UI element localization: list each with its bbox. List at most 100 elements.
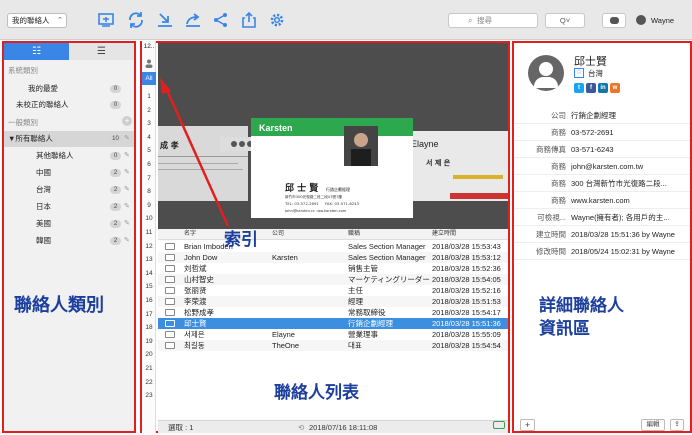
index-number[interactable]: 6	[142, 161, 156, 168]
index-number[interactable]: 5	[142, 147, 156, 154]
count-badge: 2	[110, 186, 121, 194]
pin-icon[interactable]: ✎	[124, 233, 130, 249]
table-row[interactable]: 刘哲斌 销售主管 2018/03/28 15:52:36	[158, 263, 508, 274]
person-icon[interactable]	[145, 59, 153, 68]
index-all[interactable]: All	[142, 72, 156, 85]
detail-row[interactable]: 商務傳真 03-571-6243	[514, 141, 690, 158]
col-name[interactable]: 名字	[184, 229, 196, 240]
search-input[interactable]: ⌕ 搜尋	[448, 13, 538, 28]
table-row[interactable]: Brian Imboden Sales Section Manager 2018/0…	[158, 241, 508, 252]
table-row[interactable]: 张丽贤 主任 2018/03/28 15:52:16	[158, 285, 508, 296]
table-row[interactable]: 서제은 Elayne 營業理事 2018/03/28 15:55:09	[158, 329, 508, 340]
detail-row[interactable]: 修改時間 2018/05/24 15:02:31 by Wayne	[514, 243, 690, 260]
index-number[interactable]: 23	[142, 392, 156, 399]
index-number[interactable]: 7	[142, 175, 156, 182]
index-number[interactable]: 16	[142, 297, 156, 304]
sidebar-item-group[interactable]: 日本 2 ✎	[4, 199, 134, 215]
facebook-icon[interactable]: f	[586, 83, 596, 93]
detail-row[interactable]: 建立時間 2018/03/28 15:51:36 by Wayne	[514, 226, 690, 243]
detail-row[interactable]: 商務 john@karsten.com.tw	[514, 158, 690, 175]
index-number[interactable]: 4	[142, 134, 156, 141]
sidebar-item-group[interactable]: 韓國 2 ✎	[4, 233, 134, 249]
index-number[interactable]: 20	[142, 351, 156, 358]
settings-gear-icon[interactable]	[267, 10, 287, 30]
index-number[interactable]: 1	[142, 93, 156, 100]
table-row[interactable]: 최길동 TheOne 대표 2018/03/28 15:54:54	[158, 340, 508, 351]
scan-card-icon[interactable]	[96, 10, 116, 30]
cell-title: Sales Section Manager	[348, 253, 426, 262]
index-number[interactable]: 2	[142, 107, 156, 114]
index-number[interactable]: 11	[142, 229, 156, 236]
sidebar-item-group[interactable]: 中國 2 ✎	[4, 165, 134, 181]
annotation-categories: 聯絡人類別	[14, 295, 104, 316]
add-field-button[interactable]: +	[520, 419, 535, 431]
index-number[interactable]: 14	[142, 270, 156, 277]
right-card-name: 서 제 은	[426, 158, 451, 167]
detail-row[interactable]: 公司 行銷企劃經理	[514, 107, 690, 124]
index-number[interactable]: 9	[142, 202, 156, 209]
sync-icon[interactable]	[126, 10, 146, 30]
col-created[interactable]: 建立時間	[432, 229, 456, 240]
detail-row[interactable]: 可檢視... Wayne(擁有者); 各用戶的主...	[514, 209, 690, 226]
pin-icon[interactable]: ✎	[124, 131, 130, 147]
detail-row[interactable]: 商務 www.karsten.com	[514, 192, 690, 209]
sidebar-item-group[interactable]: 其他聯絡人 0 ✎	[4, 148, 134, 164]
index-number[interactable]: 17	[142, 311, 156, 318]
table-row[interactable]: 邱士賢 行銷企劃經理 2018/03/28 15:51:36	[158, 318, 508, 329]
table-row[interactable]: 山村智史 マーケティングリーダー 2018/03/28 15:54:05	[158, 274, 508, 285]
pin-icon[interactable]: ✎	[124, 182, 130, 198]
favorite-star-icon[interactable]: ☆	[574, 68, 584, 78]
index-number[interactable]: 10	[142, 215, 156, 222]
add-group-button[interactable]: +	[122, 116, 132, 126]
index-number[interactable]: 3	[142, 120, 156, 127]
col-title[interactable]: 職稱	[348, 229, 360, 240]
table-row[interactable]: 李荣渡 經理 2018/03/28 15:51:53	[158, 296, 508, 307]
sidebar-item-group[interactable]: 美國 2 ✎	[4, 216, 134, 232]
sidebar-item-all-contacts[interactable]: ▼所有聯絡人 10 ✎	[4, 131, 134, 147]
annotation-details: 詳細聯絡人 資訊區	[539, 296, 624, 339]
detail-row[interactable]: 商務 300 台灣新竹市光復路二段...	[514, 175, 690, 192]
table-row[interactable]: 松野成孝 常務取締役 2018/03/28 15:54:17	[158, 307, 508, 318]
index-column: 12.. All 1 2 3 4 5 6 7 8 9 10 11 12 13 14 15 16 17 18 19 20…	[142, 41, 156, 433]
message-icon[interactable]	[493, 421, 505, 429]
pin-icon[interactable]: ✎	[124, 216, 130, 232]
tab-grid-view[interactable]: ☷	[4, 43, 69, 60]
card-icon	[165, 254, 175, 261]
edit-button[interactable]: 編輯	[641, 419, 665, 431]
cell-created: 2018/03/28 15:54:05	[432, 275, 501, 284]
index-number[interactable]: 13	[142, 256, 156, 263]
detail-key: 商務	[551, 128, 566, 137]
index-number[interactable]: 21	[142, 365, 156, 372]
user-menu-button[interactable]: Wayne	[632, 12, 692, 29]
sidebar-item-group[interactable]: 台灣 2 ✎	[4, 182, 134, 198]
index-number[interactable]: 19	[142, 338, 156, 345]
tab-list-view[interactable]: ☰	[69, 43, 134, 60]
index-number[interactable]: 22	[142, 379, 156, 386]
sidebar-item-unverified[interactable]: 未校正的聯絡人 0	[4, 97, 134, 113]
share-button[interactable]: ⇪	[670, 419, 684, 431]
index-header[interactable]: 12..	[142, 43, 156, 50]
pin-icon[interactable]: ✎	[124, 199, 130, 215]
col-company[interactable]: 公司	[272, 229, 284, 240]
twitter-icon[interactable]: t	[574, 83, 584, 93]
linkedin-icon[interactable]: in	[598, 83, 608, 93]
chat-button[interactable]	[602, 13, 626, 28]
index-number[interactable]: 18	[142, 324, 156, 331]
index-number[interactable]: 8	[142, 188, 156, 195]
sidebar-item-favorites[interactable]: 我的最愛 0	[4, 81, 134, 97]
detail-row[interactable]: 商務 03-572-2691	[514, 124, 690, 141]
group-select[interactable]: 我的聯絡人 ⌃	[7, 13, 67, 28]
upload-icon[interactable]	[239, 10, 259, 30]
search-options-button[interactable]: Q˅	[545, 13, 585, 28]
index-number[interactable]: 15	[142, 283, 156, 290]
index-number[interactable]: 12	[142, 243, 156, 250]
chevron-updown-icon: ⌃	[57, 17, 63, 24]
pin-icon[interactable]: ✎	[124, 148, 130, 164]
share-connect-icon[interactable]	[211, 10, 231, 30]
export-icon[interactable]	[183, 10, 203, 30]
cell-title: 經理	[348, 297, 363, 306]
weibo-icon[interactable]: w	[610, 83, 620, 93]
table-row[interactable]: John Dow Karsten Sales Section Manager 2018…	[158, 252, 508, 263]
import-icon[interactable]	[155, 10, 175, 30]
pin-icon[interactable]: ✎	[124, 165, 130, 181]
